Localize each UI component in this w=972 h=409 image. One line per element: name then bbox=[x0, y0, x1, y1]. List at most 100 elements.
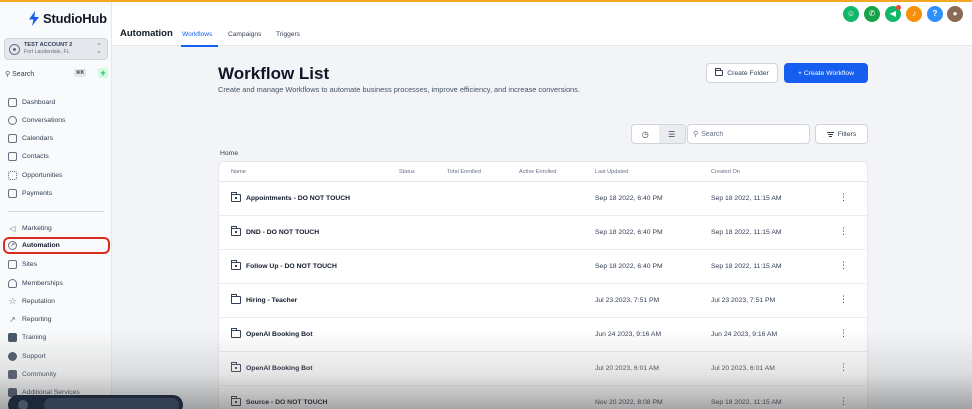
sidebar-item-marketing[interactable]: ◁ Marketing bbox=[5, 221, 109, 235]
table-row[interactable]: OpenAI Booking Bot Jul 20 2023, 6:01 AM … bbox=[219, 352, 867, 386]
workflow-name[interactable]: OpenAI Booking Bot bbox=[246, 331, 312, 338]
workflow-name[interactable]: Appointments - DO NOT TOUCH bbox=[246, 195, 350, 202]
search-input[interactable] bbox=[701, 130, 802, 138]
sidebar-item-training[interactable]: Training bbox=[5, 330, 109, 344]
table-row[interactable]: Follow Up - DO NOT TOUCH Sep 18 2022, 6:… bbox=[219, 250, 867, 284]
column-header-created-on[interactable]: Created On bbox=[711, 169, 740, 175]
sidebar-item-calendars[interactable]: Calendars bbox=[5, 131, 109, 145]
list-icon: ☰ bbox=[668, 129, 676, 139]
tab-triggers[interactable]: Triggers bbox=[276, 31, 300, 38]
more-options-icon[interactable]: ⋮ bbox=[839, 363, 848, 372]
sidebar-item-opportunities[interactable]: Opportunities bbox=[5, 168, 109, 182]
search-icon: ⚲ bbox=[693, 131, 699, 138]
automation-icon: ↗ bbox=[8, 241, 17, 250]
workflow-name[interactable]: Source - DO NOT TOUCH bbox=[246, 399, 327, 406]
sidebar-item-support[interactable]: Support bbox=[5, 349, 109, 363]
last-updated: Sep 18 2022, 6:40 PM bbox=[595, 229, 663, 236]
ai-assistant-icon[interactable]: ☺ bbox=[843, 6, 859, 22]
opportunities-icon bbox=[8, 170, 17, 180]
table-row[interactable]: OpenAI Booking Bot Jun 24 2023, 9:16 AM … bbox=[219, 318, 867, 352]
locked-folder-icon bbox=[231, 362, 241, 372]
sidebar-item-label: Dashboard bbox=[22, 98, 56, 106]
column-header-name[interactable]: Name bbox=[231, 169, 246, 175]
app-logo[interactable]: StudioHub bbox=[28, 11, 107, 26]
sidebar-item-memberships[interactable]: Memberships bbox=[5, 276, 109, 290]
workflow-name[interactable]: Follow Up - DO NOT TOUCH bbox=[246, 263, 337, 270]
more-options-icon[interactable]: ⋮ bbox=[839, 193, 848, 202]
last-updated: Jun 24 2023, 9:16 AM bbox=[595, 331, 662, 338]
sidebar-item-community[interactable]: Community bbox=[5, 367, 109, 381]
sidebar-item-dashboard[interactable]: Dashboard bbox=[5, 95, 109, 109]
sidebar-item-reporting[interactable]: ↗ Reporting bbox=[5, 312, 109, 326]
workflow-name[interactable]: OpenAI Booking Bot bbox=[246, 365, 312, 372]
more-options-icon[interactable]: ⋮ bbox=[839, 261, 848, 270]
column-header-last-updated[interactable]: Last Updated bbox=[595, 169, 628, 175]
tab-campaigns[interactable]: Campaigns bbox=[228, 31, 261, 38]
account-switcher[interactable]: TEST ACCOUNT 2 Fort Lauderdale, FL ⌃ ⌄ bbox=[4, 38, 108, 60]
help-icon[interactable]: ? bbox=[927, 6, 943, 22]
table-header: Name Status Total Enrolled Active Enroll… bbox=[219, 162, 867, 182]
sidebar-search[interactable]: ⚲ Search ⌘K + bbox=[5, 68, 108, 80]
workflow-search: ⚲ bbox=[687, 124, 810, 144]
top-accent-stripe bbox=[0, 0, 972, 2]
table-row[interactable]: DND - DO NOT TOUCH Sep 18 2022, 6:40 PM … bbox=[219, 216, 867, 250]
payments-icon bbox=[8, 188, 17, 198]
view-toggle: ◷ ☰ bbox=[631, 124, 686, 144]
more-options-icon[interactable]: ⋮ bbox=[839, 295, 848, 304]
phone-icon[interactable]: ✆ bbox=[864, 6, 880, 22]
sidebar-item-automation[interactable]: ↗ Automation bbox=[3, 237, 110, 254]
folder-icon bbox=[231, 328, 241, 338]
table-row[interactable]: Hiring - Teacher Jul 23 2023, 7:51 PM Ju… bbox=[219, 284, 867, 318]
tab-workflows[interactable]: Workflows bbox=[182, 31, 212, 38]
created-on: Jul 23 2023, 7:51 PM bbox=[711, 297, 776, 304]
column-header-status[interactable]: Status bbox=[399, 169, 415, 175]
created-on: Sep 18 2022, 11:15 AM bbox=[711, 399, 782, 406]
bell-icon[interactable]: ♪ bbox=[906, 6, 922, 22]
dashboard-icon bbox=[8, 97, 17, 107]
sidebar-item-conversations[interactable]: Conversations bbox=[5, 113, 109, 127]
breadcrumb[interactable]: Home bbox=[220, 150, 238, 157]
sidebar-item-sites[interactable]: Sites bbox=[5, 257, 109, 271]
sidebar-divider bbox=[8, 211, 104, 212]
history-view-button[interactable]: ◷ bbox=[632, 125, 659, 143]
sidebar-item-label: Opportunities bbox=[22, 171, 63, 179]
workflow-name[interactable]: Hiring - Teacher bbox=[246, 297, 297, 304]
quick-add-button[interactable]: + bbox=[98, 68, 108, 78]
filters-button[interactable]: Filters bbox=[815, 124, 868, 144]
search-shortcut: ⌘K bbox=[74, 69, 87, 77]
more-options-icon[interactable]: ⋮ bbox=[839, 227, 848, 236]
created-on: Jul 20 2023, 6:01 AM bbox=[711, 365, 775, 372]
community-icon bbox=[8, 369, 17, 379]
chart-line-icon: ↗ bbox=[9, 314, 16, 324]
sidebar-search-label: Search bbox=[12, 70, 35, 78]
create-folder-button[interactable]: Create Folder bbox=[706, 63, 778, 83]
locked-folder-icon bbox=[231, 396, 241, 406]
table-row[interactable]: Source - DO NOT TOUCH Nov 20 2022, 8:08 … bbox=[219, 386, 867, 409]
folder-icon bbox=[231, 294, 241, 304]
more-options-icon[interactable]: ⋮ bbox=[839, 329, 848, 338]
column-header-total-enrolled[interactable]: Total Enrolled bbox=[447, 169, 481, 175]
list-view-button[interactable]: ☰ bbox=[658, 125, 685, 143]
recorder-controls[interactable] bbox=[44, 398, 179, 409]
sidebar-item-reputation[interactable]: ☆ Reputation bbox=[5, 294, 109, 308]
sidebar-item-contacts[interactable]: Contacts bbox=[5, 149, 109, 163]
column-header-active-enrolled[interactable]: Active Enrolled bbox=[519, 169, 556, 175]
sidebar-item-label: Reputation bbox=[22, 297, 55, 305]
create-workflow-button[interactable]: + Create Workflow bbox=[784, 63, 868, 83]
more-options-icon[interactable]: ⋮ bbox=[839, 397, 848, 406]
workflow-name[interactable]: DND - DO NOT TOUCH bbox=[246, 229, 319, 236]
avatar[interactable]: ● bbox=[947, 6, 963, 22]
screen-recorder-toolbar[interactable] bbox=[8, 395, 183, 409]
sites-icon bbox=[8, 259, 17, 269]
calendar-icon bbox=[8, 133, 17, 143]
recorder-camera-icon[interactable] bbox=[18, 400, 28, 409]
sidebar-item-payments[interactable]: Payments bbox=[5, 186, 109, 200]
table-row[interactable]: Appointments - DO NOT TOUCH Sep 18 2022,… bbox=[219, 182, 867, 216]
created-on: Sep 18 2022, 11:15 AM bbox=[711, 195, 782, 202]
sidebar-item-label: Marketing bbox=[22, 224, 52, 232]
sidebar-item-label: Reporting bbox=[22, 315, 52, 323]
notification-dot bbox=[896, 5, 901, 10]
top-header: Automation Workflows Campaigns Triggers … bbox=[112, 2, 972, 47]
account-location: Fort Lauderdale, FL bbox=[24, 49, 70, 55]
location-icon bbox=[9, 43, 20, 55]
